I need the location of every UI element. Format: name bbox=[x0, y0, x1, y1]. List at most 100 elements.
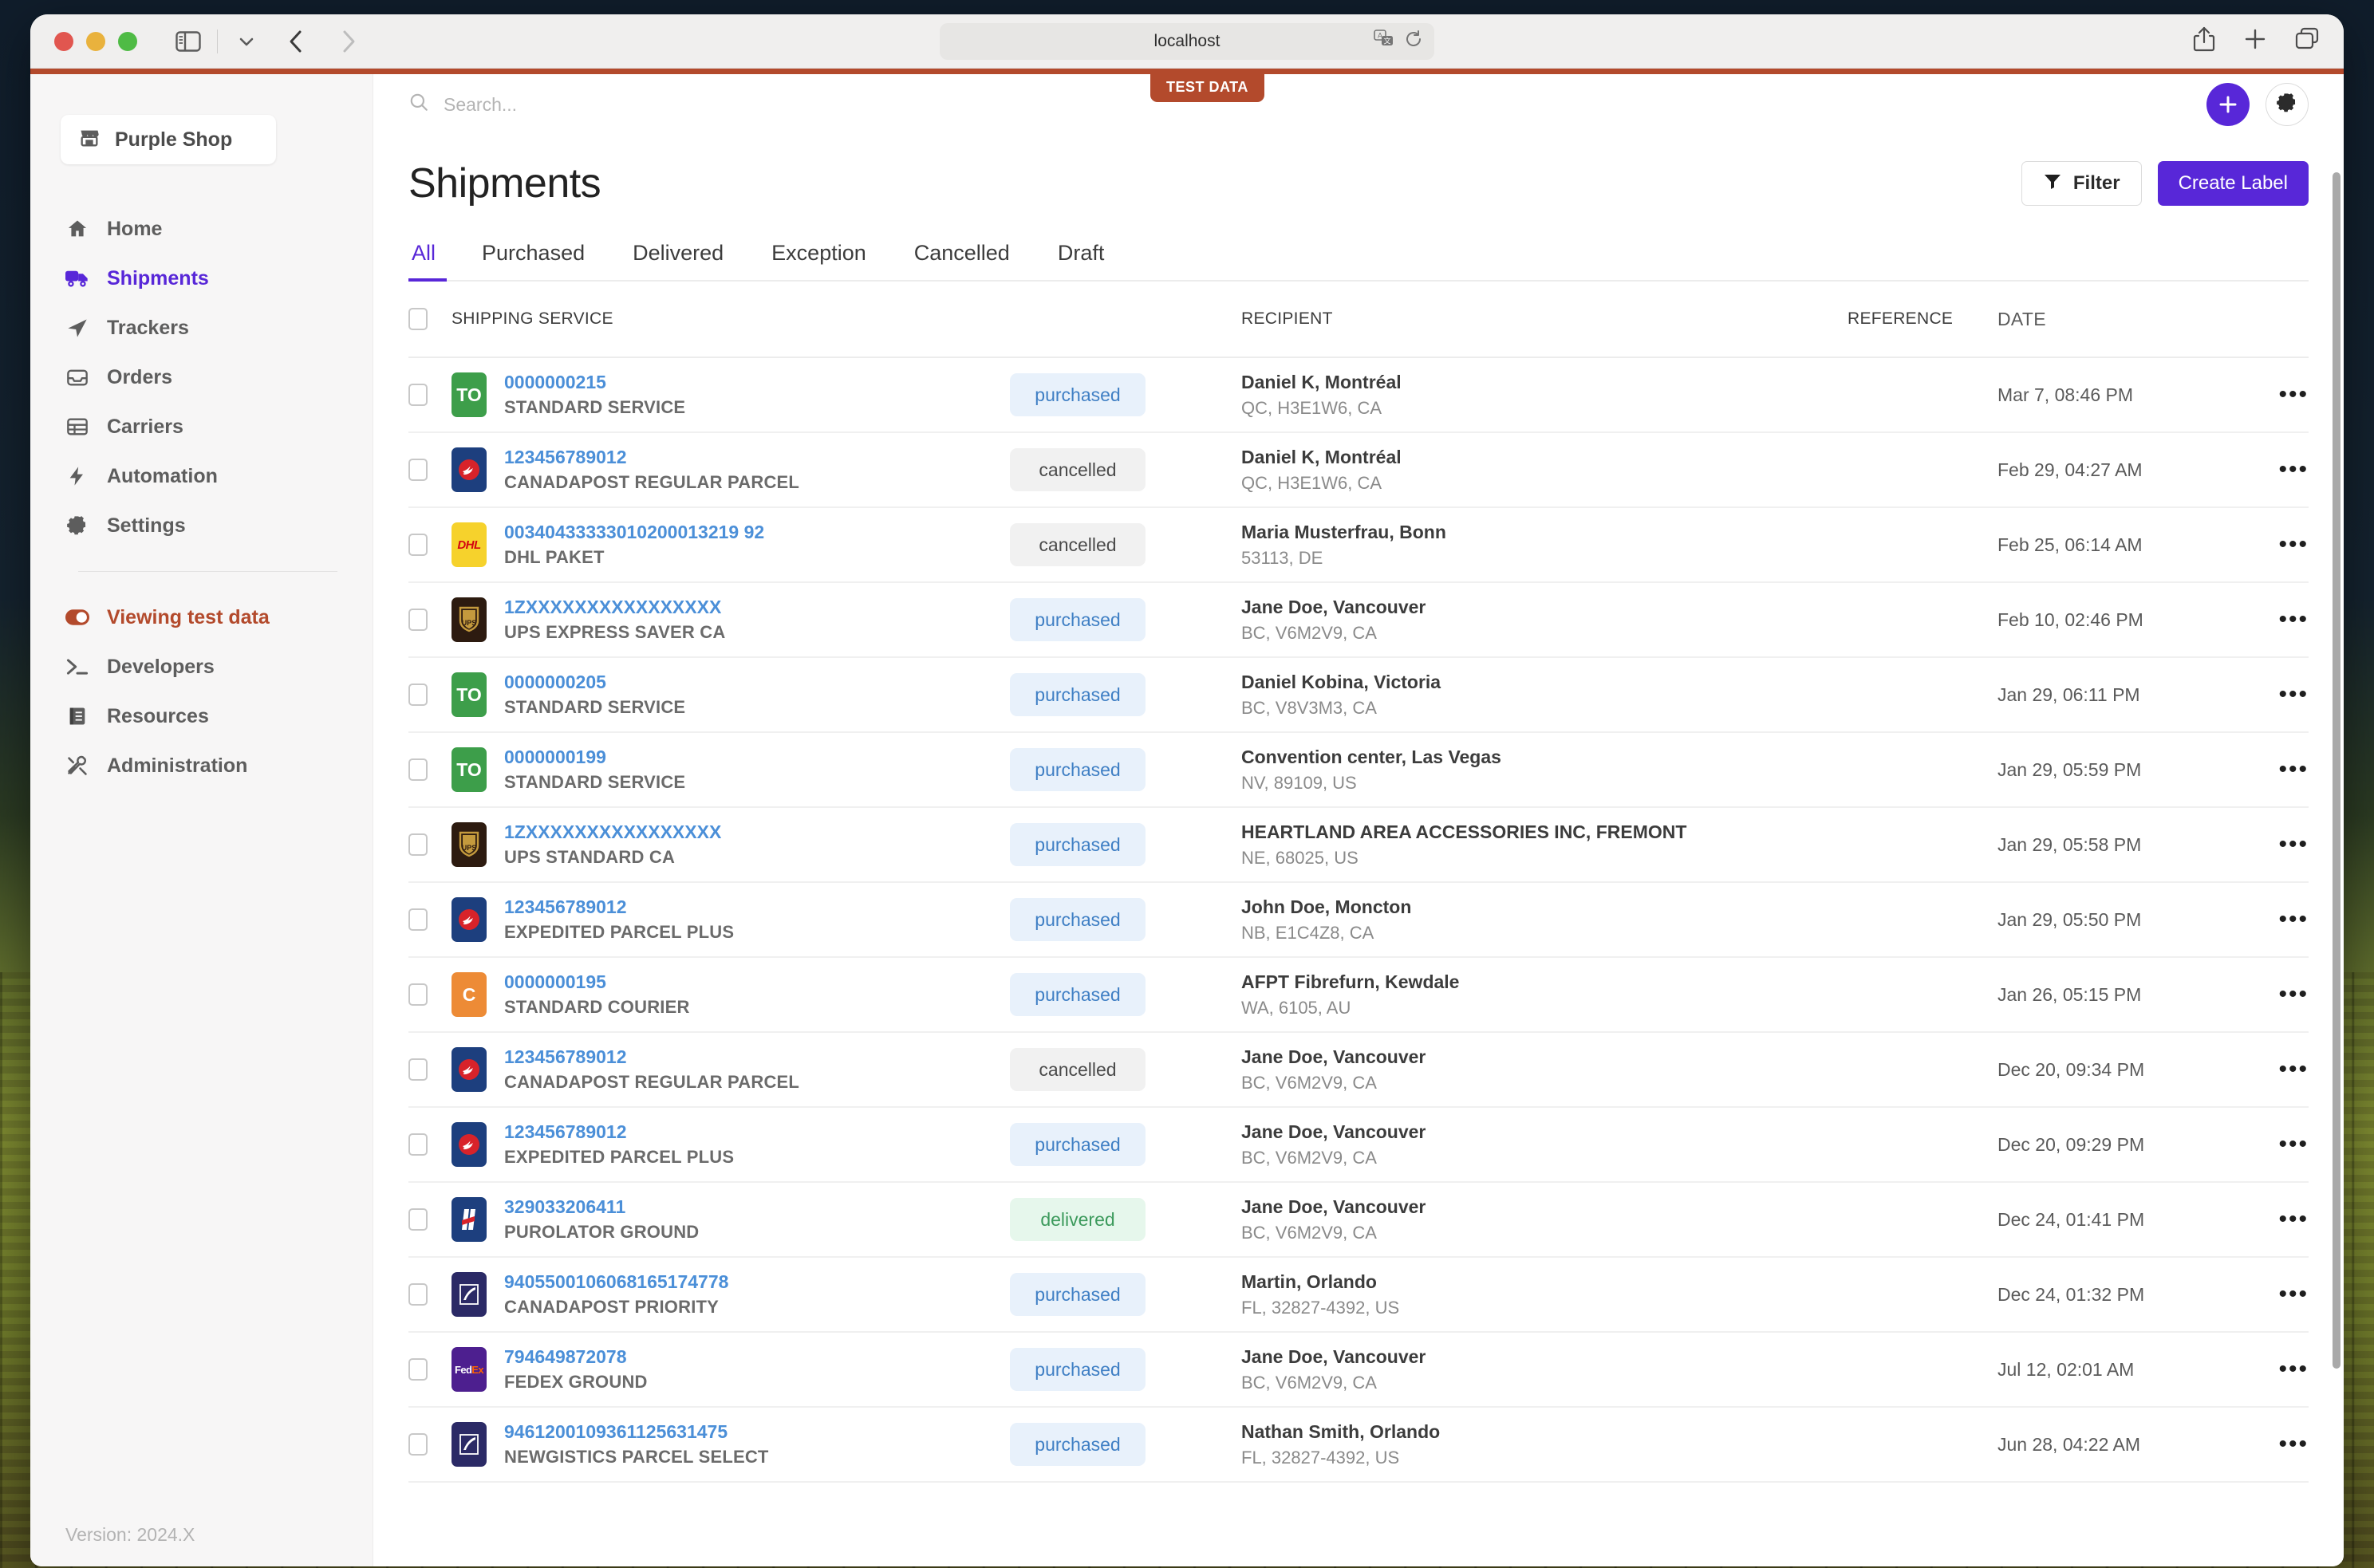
sidebar-item-administration[interactable]: Administration bbox=[30, 741, 373, 790]
table-row[interactable]: 123456789012CANADAPOST REGULAR PARCELcan… bbox=[408, 433, 2309, 508]
table-row[interactable]: TO0000000199STANDARD SERVICEpurchasedCon… bbox=[408, 733, 2309, 808]
tab-delivered[interactable]: Delivered bbox=[609, 241, 747, 280]
row-actions-menu[interactable]: ••• bbox=[2237, 456, 2309, 483]
scrollbar-thumb[interactable] bbox=[2333, 172, 2340, 1369]
search-input[interactable]: Search... bbox=[408, 92, 517, 117]
tracking-number-link[interactable]: 9461200109361125631475 bbox=[504, 1421, 769, 1443]
row-actions-menu[interactable]: ••• bbox=[2237, 1056, 2309, 1083]
tracking-number-link[interactable]: 1ZXXXXXXXXXXXXXXXX bbox=[504, 597, 725, 618]
row-actions-menu[interactable]: ••• bbox=[2237, 1206, 2309, 1233]
row-checkbox[interactable] bbox=[408, 534, 452, 556]
tracking-number-link[interactable]: 794649872078 bbox=[504, 1346, 648, 1368]
sidebar-item-trackers[interactable]: Trackers bbox=[30, 303, 373, 353]
tab-exception[interactable]: Exception bbox=[747, 241, 890, 280]
tab-all[interactable]: All bbox=[408, 241, 458, 280]
row-actions-menu[interactable]: ••• bbox=[2237, 681, 2309, 708]
row-actions-menu[interactable]: ••• bbox=[2237, 381, 2309, 408]
tracking-number-link[interactable]: 329033206411 bbox=[504, 1196, 699, 1218]
scrollbar[interactable] bbox=[2333, 140, 2340, 1519]
row-checkbox[interactable] bbox=[408, 1058, 452, 1081]
table-row[interactable]: FedEx794649872078FEDEX GROUNDpurchasedJa… bbox=[408, 1333, 2309, 1408]
tab-purchased[interactable]: Purchased bbox=[458, 241, 609, 280]
table-row[interactable]: DHL00340433333010200013219 92DHL PAKETca… bbox=[408, 508, 2309, 583]
row-actions-menu[interactable]: ••• bbox=[2237, 1131, 2309, 1158]
row-actions-menu[interactable]: ••• bbox=[2237, 1431, 2309, 1458]
sidebar-item-carriers[interactable]: Carriers bbox=[30, 402, 373, 451]
table-row[interactable]: 123456789012EXPEDITED PARCEL PLUSpurchas… bbox=[408, 1108, 2309, 1183]
add-button[interactable] bbox=[2206, 83, 2250, 126]
table-row[interactable]: 123456789012CANADAPOST REGULAR PARCELcan… bbox=[408, 1033, 2309, 1108]
sidebar-item-viewing-test-data[interactable]: Viewing test data bbox=[30, 593, 373, 642]
row-actions-menu[interactable]: ••• bbox=[2237, 606, 2309, 633]
row-checkbox[interactable] bbox=[408, 1358, 452, 1381]
tracking-number-link[interactable]: 123456789012 bbox=[504, 1046, 799, 1068]
row-actions-menu[interactable]: ••• bbox=[2237, 756, 2309, 783]
tracking-number-link[interactable]: 123456789012 bbox=[504, 896, 734, 918]
tracking-number-link[interactable]: 123456789012 bbox=[504, 1121, 734, 1143]
table-row[interactable]: UPS1ZXXXXXXXXXXXXXXXXUPS STANDARD CApurc… bbox=[408, 808, 2309, 883]
select-all-checkbox[interactable] bbox=[408, 308, 452, 330]
row-actions-menu[interactable]: ••• bbox=[2237, 981, 2309, 1008]
row-checkbox[interactable] bbox=[408, 758, 452, 781]
close-window-button[interactable] bbox=[54, 32, 73, 51]
row-actions-menu[interactable]: ••• bbox=[2237, 1356, 2309, 1383]
sidebar-item-resources[interactable]: Resources bbox=[30, 691, 373, 741]
row-actions-menu[interactable]: ••• bbox=[2237, 906, 2309, 933]
row-actions-menu[interactable]: ••• bbox=[2237, 1281, 2309, 1308]
filter-button[interactable]: Filter bbox=[2021, 161, 2142, 206]
sidebar-item-automation[interactable]: Automation bbox=[30, 451, 373, 501]
sidebar-item-orders[interactable]: Orders bbox=[30, 353, 373, 402]
row-actions-menu[interactable]: ••• bbox=[2237, 831, 2309, 858]
tab-cancelled[interactable]: Cancelled bbox=[890, 241, 1034, 280]
row-checkbox[interactable] bbox=[408, 1283, 452, 1306]
back-arrow-icon[interactable] bbox=[278, 24, 314, 59]
row-checkbox[interactable] bbox=[408, 1433, 452, 1456]
tab-draft[interactable]: Draft bbox=[1034, 241, 1129, 280]
chevron-down-icon[interactable] bbox=[229, 24, 264, 59]
row-checkbox[interactable] bbox=[408, 609, 452, 631]
settings-button[interactable] bbox=[2266, 83, 2309, 126]
row-checkbox[interactable] bbox=[408, 684, 452, 706]
tracking-number-link[interactable]: 9405500106068165174778 bbox=[504, 1271, 728, 1293]
address-bar[interactable]: localhost A文 bbox=[940, 23, 1434, 60]
row-actions-menu[interactable]: ••• bbox=[2237, 531, 2309, 558]
row-checkbox[interactable] bbox=[408, 908, 452, 931]
sidebar-item-developers[interactable]: Developers bbox=[30, 642, 373, 691]
sidebar-toggle-icon[interactable] bbox=[171, 24, 206, 59]
tracking-number-link[interactable]: 00340433333010200013219 92 bbox=[504, 522, 764, 543]
tracking-number-link[interactable]: 0000000195 bbox=[504, 971, 690, 993]
shop-selector[interactable]: Purple Shop bbox=[61, 115, 276, 164]
minimize-window-button[interactable] bbox=[86, 32, 105, 51]
table-row[interactable]: C0000000195STANDARD COURIERpurchasedAFPT… bbox=[408, 958, 2309, 1033]
tab-overview-icon[interactable] bbox=[2294, 27, 2320, 55]
table-row[interactable]: UPS1ZXXXXXXXXXXXXXXXXUPS EXPRESS SAVER C… bbox=[408, 583, 2309, 658]
sidebar-item-home[interactable]: Home bbox=[30, 204, 373, 254]
translate-icon[interactable]: A文 bbox=[1374, 30, 1394, 53]
sidebar-item-settings[interactable]: Settings bbox=[30, 501, 373, 550]
tracking-number-link[interactable]: 0000000205 bbox=[504, 672, 685, 693]
row-checkbox[interactable] bbox=[408, 1208, 452, 1231]
row-checkbox[interactable] bbox=[408, 459, 452, 481]
row-checkbox[interactable] bbox=[408, 983, 452, 1006]
tracking-number-link[interactable]: 1ZXXXXXXXXXXXXXXXX bbox=[504, 821, 721, 843]
plus-icon[interactable] bbox=[2243, 27, 2267, 55]
create-label-button[interactable]: Create Label bbox=[2158, 161, 2309, 206]
row-checkbox[interactable] bbox=[408, 833, 452, 856]
table-row[interactable]: 329033206411PUROLATOR GROUNDdeliveredJan… bbox=[408, 1183, 2309, 1258]
share-icon[interactable] bbox=[2192, 26, 2216, 57]
table-row[interactable]: 123456789012EXPEDITED PARCEL PLUSpurchas… bbox=[408, 883, 2309, 958]
sidebar-item-shipments[interactable]: Shipments bbox=[30, 254, 373, 303]
window-controls[interactable] bbox=[54, 32, 137, 51]
table-row[interactable]: 9405500106068165174778CANADAPOST PRIORIT… bbox=[408, 1258, 2309, 1333]
tracking-number-link[interactable]: 0000000215 bbox=[504, 372, 685, 393]
table-row[interactable]: TO0000000215STANDARD SERVICEpurchasedDan… bbox=[408, 358, 2309, 433]
table-row[interactable]: 9461200109361125631475NEWGISTICS PARCEL … bbox=[408, 1408, 2309, 1483]
forward-arrow-icon[interactable] bbox=[331, 24, 366, 59]
tracking-number-link[interactable]: 0000000199 bbox=[504, 747, 685, 768]
maximize-window-button[interactable] bbox=[118, 32, 137, 51]
row-checkbox[interactable] bbox=[408, 1133, 452, 1156]
tracking-number-link[interactable]: 123456789012 bbox=[504, 447, 799, 468]
reload-icon[interactable] bbox=[1404, 30, 1423, 53]
table-row[interactable]: TO0000000205STANDARD SERVICEpurchasedDan… bbox=[408, 658, 2309, 733]
row-checkbox[interactable] bbox=[408, 384, 452, 406]
